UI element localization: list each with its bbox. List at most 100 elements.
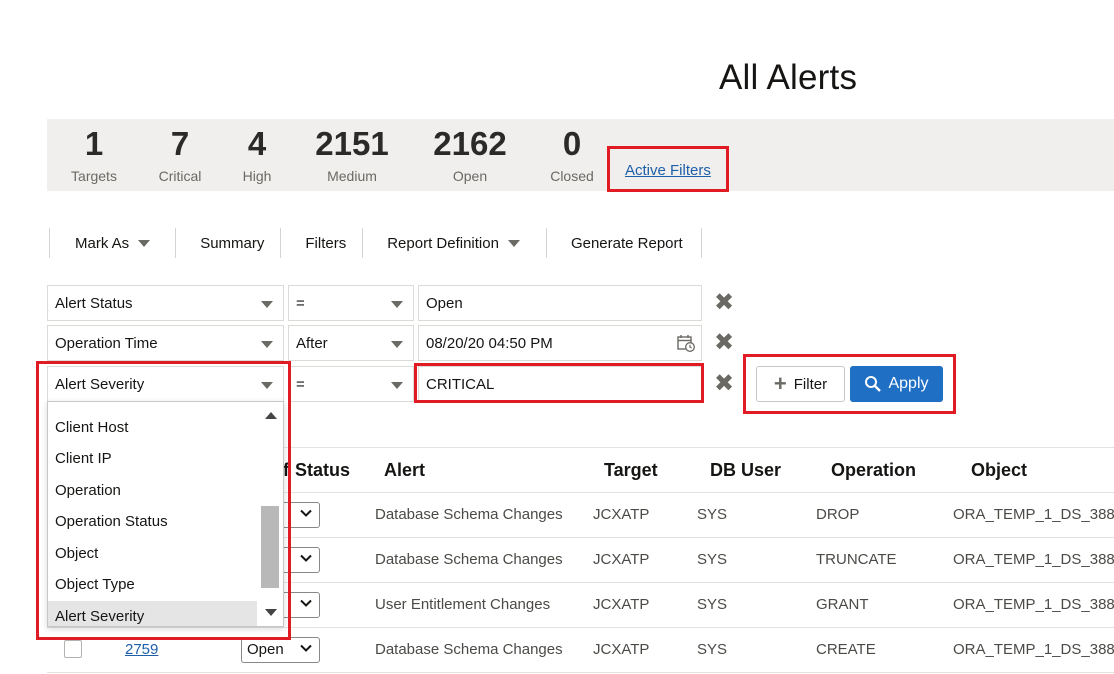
page-title: All Alerts xyxy=(719,58,858,97)
alert-id-link[interactable]: 2759 xyxy=(125,641,158,658)
alert-cell: Database Schema Changes xyxy=(375,551,563,568)
search-icon xyxy=(865,376,882,392)
dropdown-option[interactable]: Client IP xyxy=(48,443,258,474)
caret-down-icon xyxy=(391,301,403,308)
generate-report-button[interactable]: Generate Report xyxy=(545,228,702,258)
column-header-db-user[interactable]: DB User xyxy=(710,460,781,481)
operation-cell: DROP xyxy=(816,506,860,523)
filter-operator-value: = xyxy=(296,375,305,393)
filter-field-value: Operation Time xyxy=(55,334,158,352)
filter-value-text: CRITICAL xyxy=(426,375,495,393)
alert-cell: Database Schema Changes xyxy=(375,506,563,523)
filter-field-select[interactable]: Operation Time xyxy=(47,325,284,361)
operation-cell: CREATE xyxy=(816,641,876,658)
target-cell: JCXATP xyxy=(593,641,650,658)
column-header-status[interactable]: Status xyxy=(295,460,350,481)
column-header-target[interactable]: Target xyxy=(604,460,658,481)
scroll-up-arrow-icon[interactable] xyxy=(265,412,277,419)
remove-filter-icon[interactable]: ✖ xyxy=(714,331,734,355)
add-filter-label: Filter xyxy=(793,375,828,393)
chevron-down-icon xyxy=(300,509,312,517)
caret-down-icon xyxy=(138,239,151,247)
filter-value-text: 08/20/20 04:50 PM xyxy=(426,334,553,352)
operation-cell: TRUNCATE xyxy=(816,551,897,568)
alert-cell: User Entitlement Changes xyxy=(375,596,551,613)
summary-strip: 1 Targets 7 Critical 4 High 2151 Medium … xyxy=(47,119,1114,191)
filters-button[interactable]: Filters xyxy=(280,228,362,258)
row-checkbox[interactable] xyxy=(64,640,82,658)
filter-operator-value: After xyxy=(296,334,328,352)
stat-label: Open xyxy=(452,168,488,184)
dropdown-option[interactable]: Operation xyxy=(48,475,258,506)
dropdown-scrollbar[interactable] xyxy=(257,402,283,626)
column-header-alert[interactable]: Alert xyxy=(384,460,425,481)
table-row[interactable]: 2759 Open Database Schema Changes JCXATP… xyxy=(47,628,1114,673)
summary-label: Summary xyxy=(200,234,265,252)
filter-operator-select[interactable]: = xyxy=(288,366,414,402)
filter-operator-select[interactable]: After xyxy=(288,325,414,361)
stat-open[interactable]: 2162 Open xyxy=(415,119,525,184)
filters-label: Filters xyxy=(305,234,347,252)
dropdown-option[interactable]: Object Type xyxy=(48,569,258,600)
caret-down-icon xyxy=(391,382,403,389)
calendar-icon[interactable] xyxy=(677,334,695,352)
object-cell: ORA_TEMP_1_DS_38804 xyxy=(953,641,1114,658)
filter-field-select[interactable]: Alert Status xyxy=(47,285,284,321)
apply-button[interactable]: Apply xyxy=(850,366,943,402)
status-select[interactable]: Open xyxy=(241,637,320,663)
filter-field-select[interactable]: Alert Severity xyxy=(47,366,284,402)
stat-value: 2162 xyxy=(433,125,507,162)
mark-as-menu[interactable]: Mark As xyxy=(49,228,175,258)
stat-value: 0 xyxy=(562,125,582,162)
generate-report-label: Generate Report xyxy=(570,234,683,252)
status-value: Open xyxy=(247,641,284,658)
filter-operator-value: = xyxy=(296,294,305,312)
summary-button[interactable]: Summary xyxy=(175,228,280,258)
stat-label: Medium xyxy=(327,168,377,184)
caret-down-icon xyxy=(261,301,273,308)
stat-value: 4 xyxy=(247,125,267,162)
db-user-cell: SYS xyxy=(697,506,728,523)
remove-filter-icon[interactable]: ✖ xyxy=(714,291,734,315)
caret-down-icon xyxy=(261,341,273,348)
filter-date-input[interactable]: 08/20/20 04:50 PM xyxy=(418,325,702,361)
mark-as-label: Mark As xyxy=(75,234,130,252)
add-filter-button[interactable]: + Filter xyxy=(756,366,845,402)
report-definition-label: Report Definition xyxy=(387,234,499,252)
column-header-operation[interactable]: Operation xyxy=(831,460,916,481)
field-dropdown-list[interactable]: Client Host Client IP Operation Operatio… xyxy=(47,401,284,627)
stat-closed[interactable]: 0 Closed xyxy=(517,119,627,184)
dropdown-option[interactable]: Object xyxy=(48,538,258,569)
filter-operator-select[interactable]: = xyxy=(288,285,414,321)
column-header-object[interactable]: Object xyxy=(971,460,1027,481)
target-cell: JCXATP xyxy=(593,506,650,523)
chevron-down-icon xyxy=(300,644,312,652)
object-cell: ORA_TEMP_1_DS_38804 xyxy=(953,506,1114,523)
alert-cell: Database Schema Changes xyxy=(375,641,563,658)
active-filters-link[interactable]: Active Filters xyxy=(625,162,711,179)
target-cell: JCXATP xyxy=(593,551,650,568)
object-cell: ORA_TEMP_1_DS_38804 xyxy=(953,596,1114,613)
report-definition-menu[interactable]: Report Definition xyxy=(362,228,546,258)
chevron-down-icon xyxy=(300,554,312,562)
stat-value: 2151 xyxy=(315,125,389,162)
filter-value-input[interactable]: CRITICAL xyxy=(418,366,702,402)
stat-medium[interactable]: 2151 Medium xyxy=(297,119,407,184)
stat-label: High xyxy=(242,168,272,184)
filter-value-text: Open xyxy=(426,294,463,312)
object-cell: ORA_TEMP_1_DS_38804 xyxy=(953,551,1114,568)
filter-value-input[interactable]: Open xyxy=(418,285,702,321)
dropdown-option[interactable]: Client Host xyxy=(48,412,258,443)
db-user-cell: SYS xyxy=(697,551,728,568)
target-cell: JCXATP xyxy=(593,596,650,613)
remove-filter-icon[interactable]: ✖ xyxy=(714,372,734,396)
filter-field-value: Alert Severity xyxy=(55,375,145,393)
stat-high[interactable]: 4 High xyxy=(202,119,312,184)
scrollbar-thumb[interactable] xyxy=(261,506,279,588)
operation-cell: GRANT xyxy=(816,596,869,613)
stat-label: Closed xyxy=(550,168,594,184)
scroll-down-arrow-icon[interactable] xyxy=(265,609,277,616)
dropdown-option-selected[interactable]: Alert Severity xyxy=(48,601,258,626)
dropdown-option[interactable]: Operation Status xyxy=(48,506,258,537)
db-user-cell: SYS xyxy=(697,596,728,613)
